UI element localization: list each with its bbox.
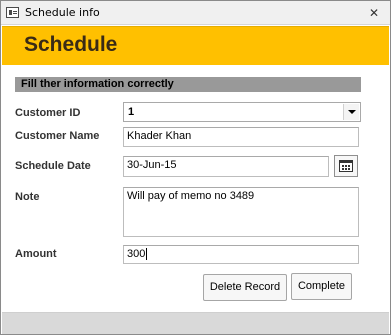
- customer-id-label: Customer ID: [15, 107, 81, 119]
- form-icon: [6, 7, 19, 18]
- close-icon[interactable]: ✕: [366, 5, 382, 21]
- schedule-info-window: Schedule info ✕ Schedule Fill ther infor…: [0, 0, 391, 335]
- note-field[interactable]: Will pay of memo no 3489: [123, 187, 359, 237]
- form-header: Schedule: [2, 26, 389, 65]
- schedule-date-field[interactable]: 30-Jun-15: [123, 156, 329, 177]
- window-title: Schedule info: [25, 6, 100, 19]
- calendar-button[interactable]: [334, 155, 358, 177]
- text-caret: [146, 248, 148, 261]
- customer-id-dropdown[interactable]: 1: [123, 102, 361, 122]
- customer-name-field[interactable]: Khader Khan: [123, 127, 359, 147]
- complete-button[interactable]: Complete: [291, 273, 352, 300]
- note-label: Note: [15, 191, 40, 203]
- amount-value: 300: [127, 248, 146, 260]
- amount-label: Amount: [15, 248, 57, 260]
- schedule-date-label: Schedule Date: [15, 160, 91, 172]
- chevron-down-icon[interactable]: [343, 104, 359, 120]
- page-title: Schedule: [24, 33, 118, 56]
- form-footer: [2, 312, 389, 334]
- customer-name-label: Customer Name: [15, 130, 100, 142]
- title-bar[interactable]: Schedule info ✕: [1, 1, 390, 25]
- calendar-icon: [339, 160, 353, 172]
- customer-id-value: 1: [128, 106, 135, 118]
- amount-field[interactable]: 300: [123, 245, 359, 264]
- section-header: Fill ther information correctly: [15, 77, 361, 92]
- delete-record-button[interactable]: Delete Record: [203, 274, 287, 301]
- section-title: Fill ther information correctly: [21, 78, 174, 90]
